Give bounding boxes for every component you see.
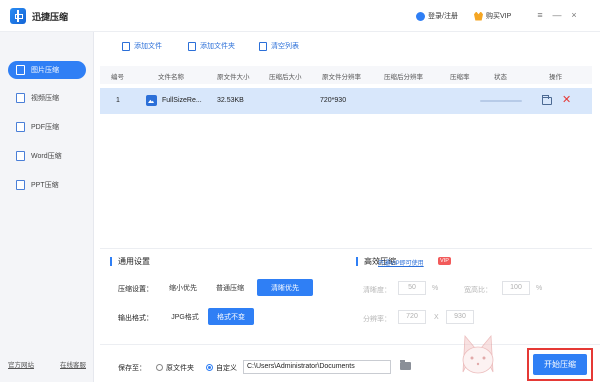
official-site-link[interactable]: 官方网站 — [8, 359, 34, 369]
app-title: 迅捷压缩 — [32, 12, 69, 22]
sidebar-item-video[interactable]: 视频压缩 — [8, 89, 86, 107]
start-button-highlight: 开始压缩 — [527, 348, 593, 381]
column-header-comp-size: 压缩后大小 — [269, 74, 302, 81]
login-label: 登录/注册 — [428, 13, 458, 20]
sidebar-item-pdf[interactable]: PDF压缩 — [8, 118, 86, 136]
sidebar-item-label: 图片压缩 — [31, 67, 59, 74]
sidebar-item-image[interactable]: 图片压缩 — [8, 61, 86, 79]
row-orig-size: 32.53KB — [217, 97, 244, 104]
crown-icon — [474, 11, 483, 21]
buy-vip-button[interactable]: 购买VIP — [474, 11, 511, 21]
option-clarity-priority[interactable]: 清晰优先 — [257, 279, 313, 296]
vip-label: 购买VIP — [486, 13, 512, 20]
clarity-label: 清晰度： — [363, 287, 391, 294]
add-folder-button[interactable]: 添加文件夹 — [188, 41, 235, 51]
add-file-label: 添加文件 — [134, 43, 162, 50]
user-icon — [416, 11, 425, 21]
clarity-input[interactable]: 50 — [398, 281, 426, 295]
trash-icon — [259, 41, 267, 51]
open-folder-icon[interactable] — [542, 95, 552, 105]
resolution-height-input[interactable]: 930 — [446, 310, 474, 324]
option-normal-compress[interactable]: 普通压缩 — [210, 280, 250, 296]
menu-icon[interactable]: ≡ — [535, 10, 545, 20]
sidebar-item-word[interactable]: Word压缩 — [8, 147, 86, 165]
sidebar-item-label: PDF压缩 — [31, 124, 59, 131]
close-icon[interactable]: × — [569, 10, 579, 20]
vip-badge: VIP — [438, 257, 451, 265]
sidebar-item-ppt[interactable]: PPT压缩 — [8, 176, 86, 194]
column-header-name: 文件名称 — [158, 74, 184, 81]
column-header-actions: 操作 — [549, 74, 562, 81]
resolution-label: 分辨率： — [363, 316, 391, 323]
option-shrink-priority[interactable]: 缩小优先 — [163, 280, 203, 296]
clear-list-label: 清空列表 — [271, 43, 299, 50]
add-folder-icon — [188, 41, 196, 51]
sidebar-item-label: PPT压缩 — [31, 182, 59, 189]
resolution-width-input[interactable]: 720 — [398, 310, 426, 324]
open-vip-link[interactable]: 开通VIP即可使用 — [378, 258, 424, 267]
option-jpg-format[interactable]: JPG格式 — [166, 309, 204, 325]
option-keep-format[interactable]: 格式不变 — [208, 308, 254, 325]
row-file-name: FullSizeRe... — [162, 97, 202, 104]
radio-original-folder[interactable] — [156, 364, 163, 371]
aspect-ratio-unit: % — [536, 285, 543, 292]
start-compress-button[interactable]: 开始压缩 — [533, 354, 587, 375]
row-progress-bar — [480, 100, 522, 102]
image-file-icon — [146, 95, 157, 106]
table-row[interactable]: 1 FullSizeRe... 32.53KB 720*930 ✕ — [100, 88, 592, 114]
radio-custom-folder[interactable] — [206, 364, 213, 371]
general-settings-title: 通用设置 — [110, 257, 150, 266]
sidebar: 图片压缩 视频压缩 PDF压缩 Word压缩 PPT压缩 官方网站 在线客服 — [0, 32, 94, 382]
row-orig-res: 720*930 — [320, 97, 347, 104]
bottom-bar: 保存至： 原文件夹 自定义 C:\Users\Administrator\Doc… — [100, 344, 600, 382]
output-format-label: 输出格式： — [118, 315, 153, 322]
add-folder-label: 添加文件夹 — [200, 43, 235, 50]
browse-folder-icon[interactable] — [400, 360, 411, 370]
column-header-comp-res: 压缩后分辨率 — [384, 74, 423, 81]
sidebar-item-label: 视频压缩 — [31, 95, 59, 102]
online-support-link[interactable]: 在线客服 — [60, 359, 86, 369]
row-index: 1 — [116, 97, 120, 104]
column-header-ratio: 压缩率 — [450, 74, 470, 81]
sidebar-item-label: Word压缩 — [31, 153, 62, 160]
column-header-orig-res: 原文件分辨率 — [322, 74, 361, 81]
title-bar: 迅捷压缩 登录/注册 购买VIP ≡ — × — [0, 0, 600, 32]
aspect-ratio-label: 宽高比： — [464, 287, 492, 294]
add-file-icon — [122, 41, 130, 51]
clarity-unit: % — [432, 285, 439, 292]
radio-custom-label: 自定义 — [216, 365, 237, 372]
word-icon — [16, 151, 25, 161]
column-header-index: 编号 — [111, 74, 124, 81]
resolution-x-label: X — [434, 314, 439, 321]
ppt-icon — [16, 180, 25, 190]
minimize-icon[interactable]: — — [552, 10, 562, 20]
pdf-icon — [16, 122, 25, 132]
column-header-orig-size: 原文件大小 — [217, 74, 250, 81]
delete-icon[interactable]: ✕ — [562, 93, 571, 107]
image-icon — [16, 65, 25, 75]
add-file-button[interactable]: 添加文件 — [122, 41, 162, 51]
save-to-label: 保存至： — [118, 365, 146, 372]
radio-original-label: 原文件夹 — [166, 365, 194, 372]
app-logo-icon — [10, 8, 26, 24]
settings-panel: 通用设置 高效压缩 开通VIP即可使用 VIP 压缩设置： 缩小优先 普通压缩 … — [100, 248, 592, 344]
aspect-ratio-input[interactable]: 100 — [502, 281, 530, 295]
login-button[interactable]: 登录/注册 — [416, 11, 458, 21]
compress-setting-label: 压缩设置： — [118, 286, 153, 293]
save-path-input[interactable]: C:\Users\Administrator\Documents — [243, 360, 391, 374]
table-header: 编号 文件名称 原文件大小 压缩后大小 原文件分辨率 压缩后分辨率 压缩率 状态… — [100, 66, 592, 84]
column-header-status: 状态 — [494, 74, 507, 81]
clear-list-button[interactable]: 清空列表 — [259, 41, 299, 51]
video-icon — [16, 93, 25, 103]
